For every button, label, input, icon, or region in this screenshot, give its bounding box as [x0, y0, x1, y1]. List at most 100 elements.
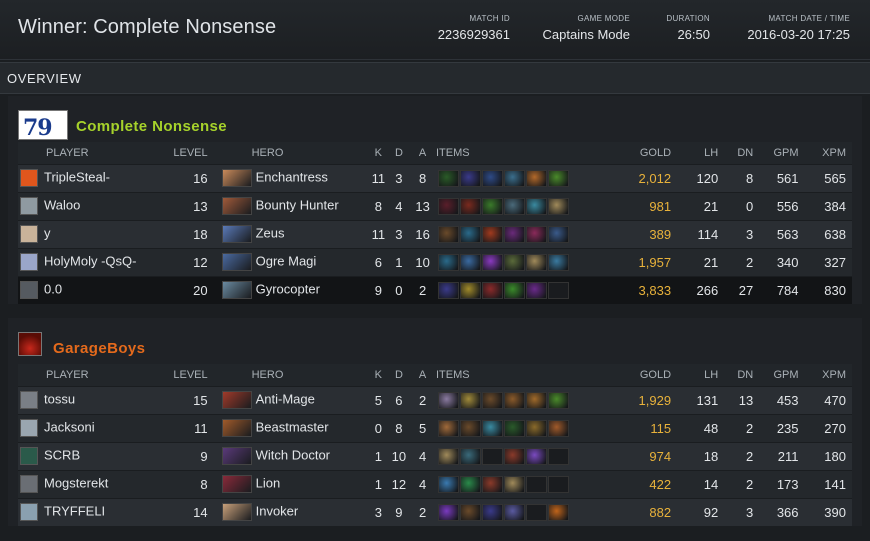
- player-avatar[interactable]: [20, 197, 38, 215]
- item-icon[interactable]: [547, 169, 569, 187]
- player-name[interactable]: HolyMoly -QsQ-: [44, 253, 136, 268]
- item-icon[interactable]: [547, 225, 569, 243]
- item-icon[interactable]: [437, 197, 459, 215]
- item-icon[interactable]: [459, 419, 481, 437]
- column-header-gold[interactable]: GOLD: [621, 364, 684, 386]
- player-name[interactable]: Mogsterekt: [44, 475, 108, 490]
- column-header-hero[interactable]: HERO: [213, 142, 369, 164]
- item-icon[interactable]: [525, 281, 547, 299]
- column-header-k[interactable]: K: [368, 364, 389, 386]
- player-avatar[interactable]: [20, 391, 38, 409]
- item-icon[interactable]: [459, 475, 481, 493]
- item-icon[interactable]: [481, 197, 503, 215]
- column-header-d[interactable]: D: [388, 364, 410, 386]
- column-header-dn[interactable]: DN: [724, 364, 760, 386]
- column-header-player[interactable]: PLAYER: [18, 364, 163, 386]
- column-header-items[interactable]: ITEMS: [435, 364, 622, 386]
- column-header-a[interactable]: A: [409, 364, 436, 386]
- item-icon[interactable]: [525, 253, 547, 271]
- item-icon[interactable]: [503, 503, 525, 521]
- item-icon[interactable]: [525, 391, 547, 409]
- player-name[interactable]: y: [44, 225, 51, 240]
- team-name[interactable]: GarageBoys: [53, 340, 145, 357]
- player-row[interactable]: 0.0 20 Gyrocopter 9 0 2 3,833 266 27 784 830: [18, 275, 852, 304]
- item-icon[interactable]: [503, 197, 525, 215]
- player-avatar[interactable]: [20, 169, 38, 187]
- item-icon[interactable]: [437, 253, 459, 271]
- hero-portrait[interactable]: [221, 197, 252, 215]
- item-icon[interactable]: [459, 281, 481, 299]
- player-avatar[interactable]: [20, 419, 38, 437]
- hero-name[interactable]: Enchantress: [256, 169, 328, 184]
- item-icon[interactable]: [503, 281, 525, 299]
- hero-name[interactable]: Ogre Magi: [256, 253, 317, 268]
- hero-portrait[interactable]: [221, 503, 252, 522]
- hero-name[interactable]: Anti-Mage: [256, 391, 315, 406]
- player-avatar[interactable]: [20, 253, 38, 271]
- column-header-xpm[interactable]: XPM: [804, 364, 852, 386]
- item-icon[interactable]: [459, 169, 481, 187]
- team-logo[interactable]: [18, 332, 42, 356]
- hero-cell[interactable]: Bounty Hunter: [213, 191, 369, 220]
- player-name[interactable]: TripleSteal-: [44, 169, 110, 184]
- player-cell[interactable]: 0.0: [18, 275, 163, 304]
- item-icon[interactable]: [547, 253, 569, 271]
- item-icon[interactable]: [503, 253, 525, 271]
- player-name[interactable]: SCRB: [44, 447, 80, 462]
- hero-name[interactable]: Zeus: [256, 225, 285, 240]
- player-row[interactable]: TripleSteal- 16 Enchantress 11 3 8 2,012 120 8 56…: [18, 163, 852, 192]
- item-icon[interactable]: [503, 419, 525, 437]
- player-cell[interactable]: SCRB: [18, 441, 163, 470]
- column-header-xpm[interactable]: XPM: [804, 142, 852, 164]
- column-header-k[interactable]: K: [368, 142, 389, 164]
- player-name[interactable]: TRYFFELI: [44, 504, 105, 519]
- column-header-gpm[interactable]: GPM: [759, 142, 805, 164]
- item-icon[interactable]: [459, 197, 481, 215]
- item-icon[interactable]: [481, 281, 503, 299]
- item-icon[interactable]: [503, 447, 525, 465]
- item-icon[interactable]: [525, 419, 547, 437]
- hero-cell[interactable]: Lion: [213, 469, 369, 498]
- hero-cell[interactable]: Beastmaster: [213, 413, 369, 442]
- item-icon[interactable]: [459, 225, 481, 243]
- player-name[interactable]: Waloo: [44, 197, 80, 212]
- player-cell[interactable]: Mogsterekt: [18, 469, 163, 498]
- item-icon[interactable]: [459, 447, 481, 465]
- hero-portrait[interactable]: [221, 169, 252, 187]
- item-icon[interactable]: [503, 169, 525, 187]
- player-cell[interactable]: Waloo: [18, 191, 163, 220]
- hero-cell[interactable]: Invoker: [213, 497, 369, 526]
- item-icon[interactable]: [481, 253, 503, 271]
- item-icon[interactable]: [437, 391, 459, 409]
- item-icon[interactable]: [481, 169, 503, 187]
- hero-name[interactable]: Gyrocopter: [256, 282, 320, 297]
- item-icon[interactable]: [437, 419, 459, 437]
- hero-portrait[interactable]: [221, 475, 252, 493]
- hero-portrait[interactable]: [221, 391, 252, 409]
- team-logo[interactable]: 79: [18, 110, 68, 141]
- item-icon[interactable]: [503, 475, 525, 493]
- player-row[interactable]: Waloo 13 Bounty Hunter 8 4 13 981 21 0 556 384: [18, 191, 852, 220]
- item-icon[interactable]: [503, 225, 525, 243]
- item-icon[interactable]: [437, 281, 459, 299]
- player-cell[interactable]: tossu: [18, 385, 163, 414]
- item-icon[interactable]: [459, 253, 481, 271]
- item-icon[interactable]: [547, 197, 569, 215]
- column-header-lh[interactable]: LH: [683, 142, 725, 164]
- column-header-lh[interactable]: LH: [683, 364, 725, 386]
- hero-name[interactable]: Invoker: [256, 504, 299, 519]
- player-row[interactable]: Mogsterekt 8 Lion 1 12 4 422 14 2 173 141: [18, 469, 852, 498]
- column-header-hero[interactable]: HERO: [213, 364, 369, 386]
- column-header-d[interactable]: D: [388, 142, 410, 164]
- hero-cell[interactable]: Ogre Magi: [213, 247, 369, 276]
- item-icon[interactable]: [437, 475, 459, 493]
- item-icon[interactable]: [437, 447, 459, 465]
- item-icon[interactable]: [525, 169, 547, 187]
- hero-cell[interactable]: Gyrocopter: [213, 275, 369, 304]
- hero-name[interactable]: Witch Doctor: [256, 447, 330, 462]
- item-icon[interactable]: [459, 391, 481, 409]
- column-header-gold[interactable]: GOLD: [621, 142, 684, 164]
- item-icon[interactable]: [547, 503, 569, 521]
- column-header-a[interactable]: A: [409, 142, 436, 164]
- column-header-items[interactable]: ITEMS: [435, 142, 622, 164]
